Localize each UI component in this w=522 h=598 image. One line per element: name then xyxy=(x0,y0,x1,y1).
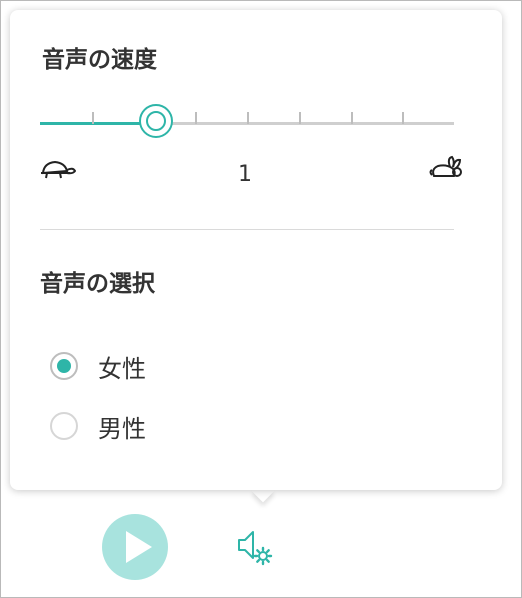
slider-tick xyxy=(247,112,249,124)
slider-tick xyxy=(351,112,353,124)
voice-option-female[interactable]: 女性 xyxy=(40,346,146,386)
voice-option-male[interactable]: 男性 xyxy=(40,406,146,446)
speech-speed-value: 1 xyxy=(238,162,252,187)
speech-speed-title: 音声の速度 xyxy=(42,47,157,73)
slider-tick xyxy=(195,112,197,124)
slider-tick xyxy=(402,112,404,124)
play-button[interactable] xyxy=(102,514,168,580)
section-divider xyxy=(40,229,454,230)
speech-speed-slider[interactable] xyxy=(40,104,454,140)
slider-tick xyxy=(92,112,94,124)
female-label[interactable]: 女性 xyxy=(98,349,146,384)
male-radio[interactable] xyxy=(50,412,78,440)
play-icon xyxy=(126,531,152,563)
male-label[interactable]: 男性 xyxy=(98,409,146,444)
voice-selection-title: 音声の選択 xyxy=(40,271,155,297)
slider-tick xyxy=(299,112,301,124)
speaker-gear-icon[interactable] xyxy=(236,527,276,567)
rabbit-icon xyxy=(429,155,462,177)
radio-selected-dot xyxy=(57,359,71,373)
turtle-icon xyxy=(41,160,76,179)
female-radio[interactable] xyxy=(50,352,78,380)
slider-thumb[interactable] xyxy=(139,104,173,138)
